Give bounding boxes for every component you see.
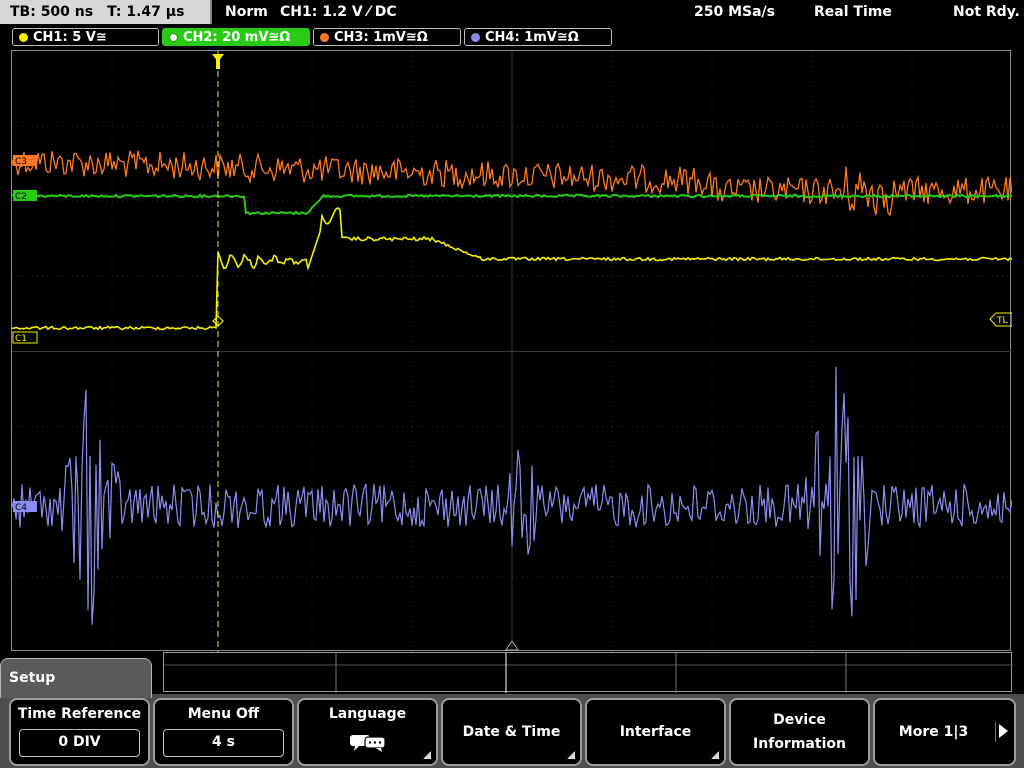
menu-off-button[interactable]: Menu Off 4 s (153, 698, 294, 766)
ch2-label: CH2: 20 mV≅Ω (183, 30, 291, 45)
ch2-marker[interactable]: C2 (13, 190, 37, 202)
ch3-marker[interactable]: C3 (13, 155, 37, 167)
channel-tab-ch2[interactable]: CH2: 20 mV≅Ω (162, 28, 310, 46)
submenu-indicator-icon (711, 751, 719, 759)
speech-bubbles-icon (350, 735, 386, 752)
interface-label: Interface (619, 724, 692, 740)
menu-off-label: Menu Off (187, 706, 260, 722)
channel-tab-ch3[interactable]: CH3: 1mV≅Ω (313, 28, 461, 46)
trigger-source[interactable]: CH1: 1.2 V ⁄ DC (280, 0, 397, 24)
ch1-marker[interactable]: C1 (12, 331, 38, 344)
language-label: Language (328, 706, 407, 722)
overview-bar (163, 652, 1013, 693)
graticule (12, 51, 1012, 652)
trigger-time-value: T: 1.47 µs (107, 4, 185, 20)
trigger-marker-stem (216, 59, 220, 69)
sample-rate: 250 MSa/s (694, 4, 776, 20)
timebase-value: TB: 500 ns (10, 4, 94, 20)
ch4-label: CH4: 1mV≅Ω (485, 30, 579, 45)
status-bar: TB: 500 ns T: 1.47 µs Norm CH1: 1.2 V ⁄ D… (0, 0, 1024, 24)
menu-title-tab[interactable]: Setup (0, 658, 152, 698)
ch1-label: CH1: 5 V≅ (33, 30, 107, 45)
ready-status: Not Rdy. (953, 4, 1020, 20)
language-button[interactable]: Language (297, 698, 438, 766)
svg-text:TL: TL (996, 316, 1008, 326)
ch4-marker[interactable]: C4 (13, 501, 37, 513)
waveform-svg: C3 C2 C1 C4 TL (12, 51, 1012, 652)
submenu-indicator-icon (567, 751, 575, 759)
ch3-color-dot (320, 33, 329, 42)
time-reference-value: 0 DIV (19, 729, 140, 757)
ch2-color-dot (169, 33, 178, 42)
device-information-line1: Device (773, 712, 826, 728)
interface-button[interactable]: Interface (585, 698, 726, 766)
right-arrow-icon (999, 724, 1008, 738)
menu-off-value: 4 s (163, 729, 284, 757)
svg-text:C4: C4 (15, 503, 27, 513)
submenu-indicator-icon (423, 751, 431, 759)
more-label: More 1|3 (898, 724, 969, 740)
svg-text:C3: C3 (15, 157, 27, 167)
device-information-button[interactable]: Device Information (729, 698, 870, 766)
svg-text:C2: C2 (15, 192, 27, 202)
channel-tab-ch4[interactable]: CH4: 1mV≅Ω (464, 28, 612, 46)
channel-tab-ch1[interactable]: CH1: 5 V≅ (12, 28, 159, 46)
device-information-line2: Information (753, 736, 846, 752)
ch3-label: CH3: 1mV≅Ω (334, 30, 428, 45)
trigger-mode[interactable]: Norm (225, 0, 268, 24)
svg-text:C1: C1 (15, 334, 27, 344)
ch1-color-dot (19, 33, 28, 42)
more-button[interactable]: More 1|3 (873, 698, 1016, 766)
trigger-level-marker[interactable]: TL (989, 312, 1012, 327)
date-time-button[interactable]: Date & Time (441, 698, 582, 766)
time-reference-label: Time Reference (17, 706, 142, 722)
more-divider (995, 722, 996, 742)
timebase-box[interactable]: TB: 500 ns T: 1.47 µs (0, 0, 212, 24)
acquisition-mode: Real Time (814, 4, 892, 20)
ch4-color-dot (471, 33, 480, 42)
date-time-label: Date & Time (462, 724, 561, 740)
time-reference-button[interactable]: Time Reference 0 DIV (9, 698, 150, 766)
waveform-display[interactable]: C3 C2 C1 C4 TL (11, 50, 1012, 652)
